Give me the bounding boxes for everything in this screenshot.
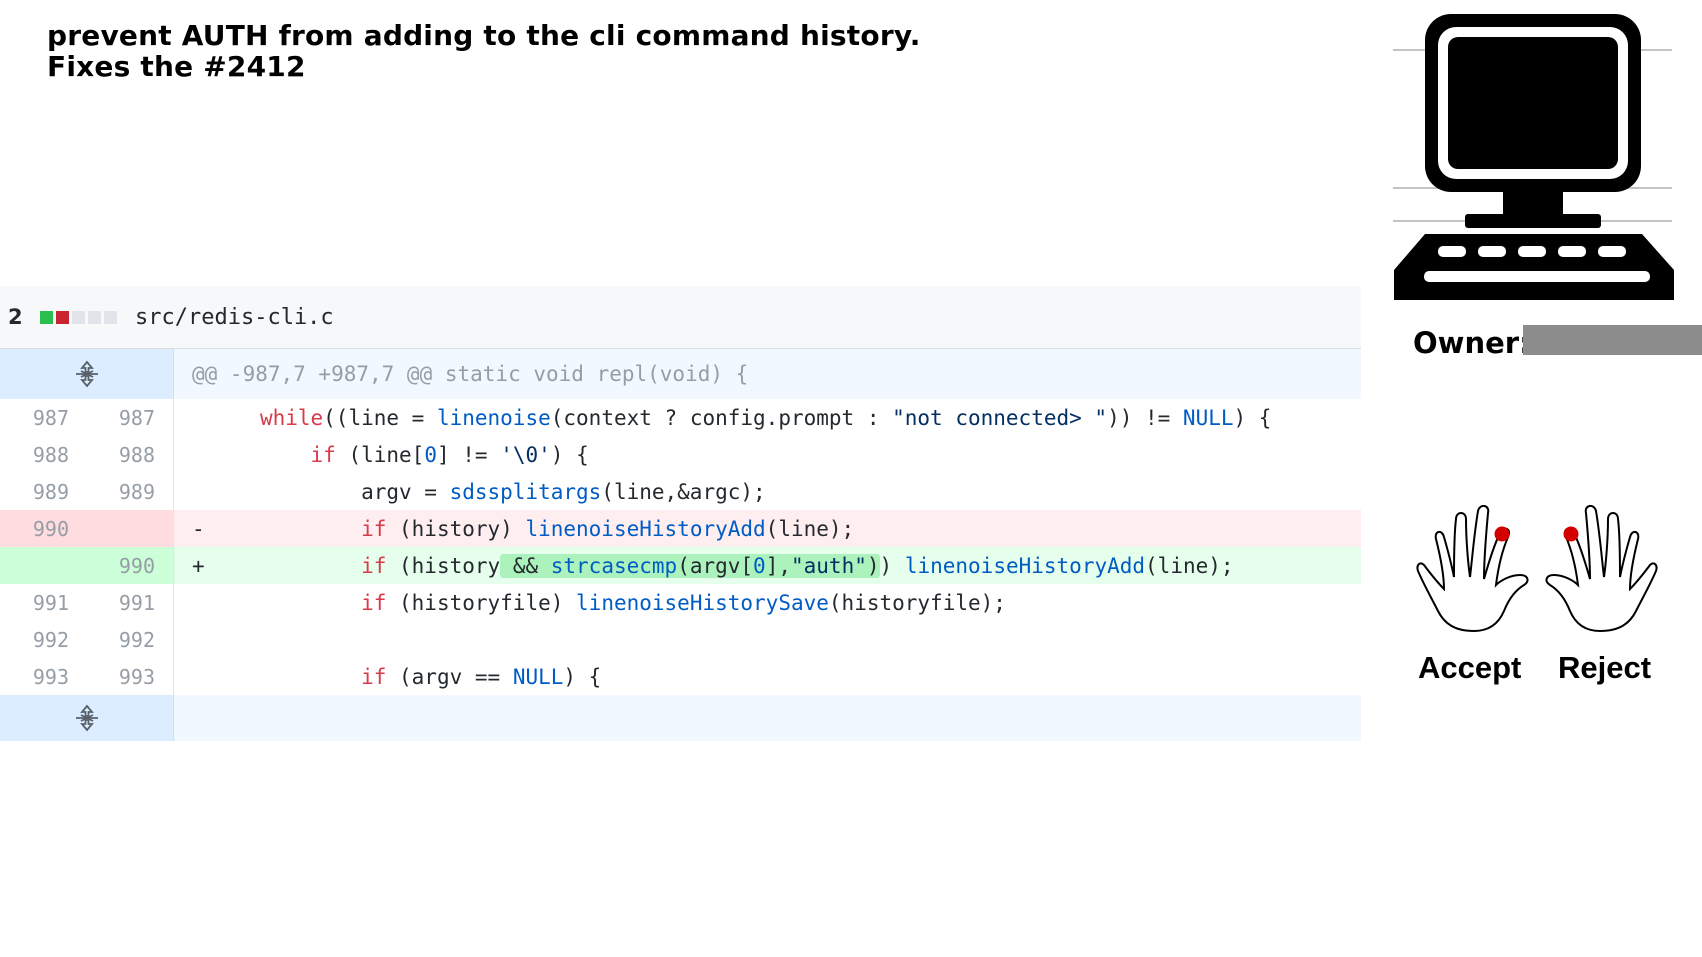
left-hand-icon[interactable] — [1414, 505, 1534, 635]
old-line-number[interactable]: 991 — [0, 584, 81, 621]
new-line-number[interactable]: 989 — [81, 473, 174, 510]
line-marker: + — [192, 553, 205, 578]
code-line: if (argv == NULL) { — [361, 664, 602, 689]
old-line-number[interactable]: 990 — [0, 510, 81, 547]
expand-down-icon — [75, 704, 98, 732]
diffstat-neutral — [72, 310, 85, 324]
old-line-number[interactable]: 989 — [0, 473, 81, 510]
code-line: if (history) linenoiseHistoryAdd(line); — [361, 516, 855, 541]
code-line: argv = sdssplitargs(line,&argc); — [222, 479, 766, 504]
new-line-number[interactable]: 992 — [81, 621, 174, 658]
file-name[interactable]: src/redis-cli.c — [135, 305, 334, 330]
new-line-number[interactable]: 990 — [81, 547, 174, 584]
computer-terminal-icon — [1393, 14, 1674, 300]
reject-button[interactable]: Reject — [1558, 650, 1651, 686]
hunk-header-text: @@ -987,7 +987,7 @@ static void repl(voi… — [192, 362, 749, 386]
new-line-number[interactable]: 991 — [81, 584, 174, 621]
diff-line: 993 993 if (argv == NULL) { — [0, 658, 1361, 695]
diffstat-neutral — [88, 310, 101, 324]
owner-redacted — [1523, 325, 1702, 355]
diff-line: 987 987 while((line = linenoise(context … — [0, 399, 1361, 436]
diff-line: 989 989 argv = sdssplitargs(line,&argc); — [0, 473, 1361, 510]
new-line-number[interactable] — [81, 510, 174, 547]
diff-line: 988 988 if (line[0] != '\0') { — [0, 436, 1361, 473]
diff-line: 991 991 if (historyfile) linenoiseHistor… — [0, 584, 1361, 621]
old-line-number[interactable]: 988 — [0, 436, 81, 473]
line-marker: - — [192, 516, 205, 541]
code-line: if (historyfile) linenoiseHistorySave(hi… — [361, 590, 1006, 615]
hunk-footer — [0, 695, 1361, 741]
diffstat-added — [40, 310, 53, 324]
diffstat — [40, 310, 117, 324]
file-header: 2 src/redis-cli.c — [0, 286, 1361, 349]
accept-button[interactable]: Accept — [1418, 650, 1521, 686]
old-line-number[interactable] — [0, 547, 81, 584]
diff-line-added: 990 + if (history && strcasecmp(argv[0],… — [0, 547, 1361, 584]
diffstat-removed — [56, 310, 69, 324]
new-line-number[interactable]: 993 — [81, 658, 174, 695]
owner-label: Owner: — [1413, 326, 1531, 360]
old-line-number[interactable]: 993 — [0, 658, 81, 695]
old-line-number[interactable]: 987 — [0, 399, 81, 436]
code-line: if (line[0] != '\0') { — [310, 442, 589, 467]
code-line: if (history && strcasecmp(argv[0],"auth"… — [361, 553, 1234, 578]
expand-up-button[interactable] — [0, 349, 174, 399]
diff-line-deleted: 990 - if (history) linenoiseHistoryAdd(l… — [0, 510, 1361, 547]
diff-line: 992 992 — [0, 621, 1361, 658]
new-line-number[interactable]: 988 — [81, 436, 174, 473]
old-line-number[interactable]: 992 — [0, 621, 81, 658]
new-line-number[interactable]: 987 — [81, 399, 174, 436]
code-line: while((line = linenoise(context ? config… — [259, 405, 1272, 430]
expand-up-icon — [75, 360, 98, 388]
right-hand-icon[interactable] — [1540, 505, 1660, 635]
diffstat-neutral — [104, 310, 117, 324]
hunk-header: @@ -987,7 +987,7 @@ static void repl(voi… — [0, 349, 1361, 399]
change-count: 2 — [8, 305, 23, 329]
commit-title: prevent AUTH from adding to the cli comm… — [47, 19, 921, 83]
expand-down-button[interactable] — [0, 695, 174, 741]
diff-view: 2 src/redis-cli.c @@ -987,7 +987,7 @@ st… — [0, 286, 1361, 741]
